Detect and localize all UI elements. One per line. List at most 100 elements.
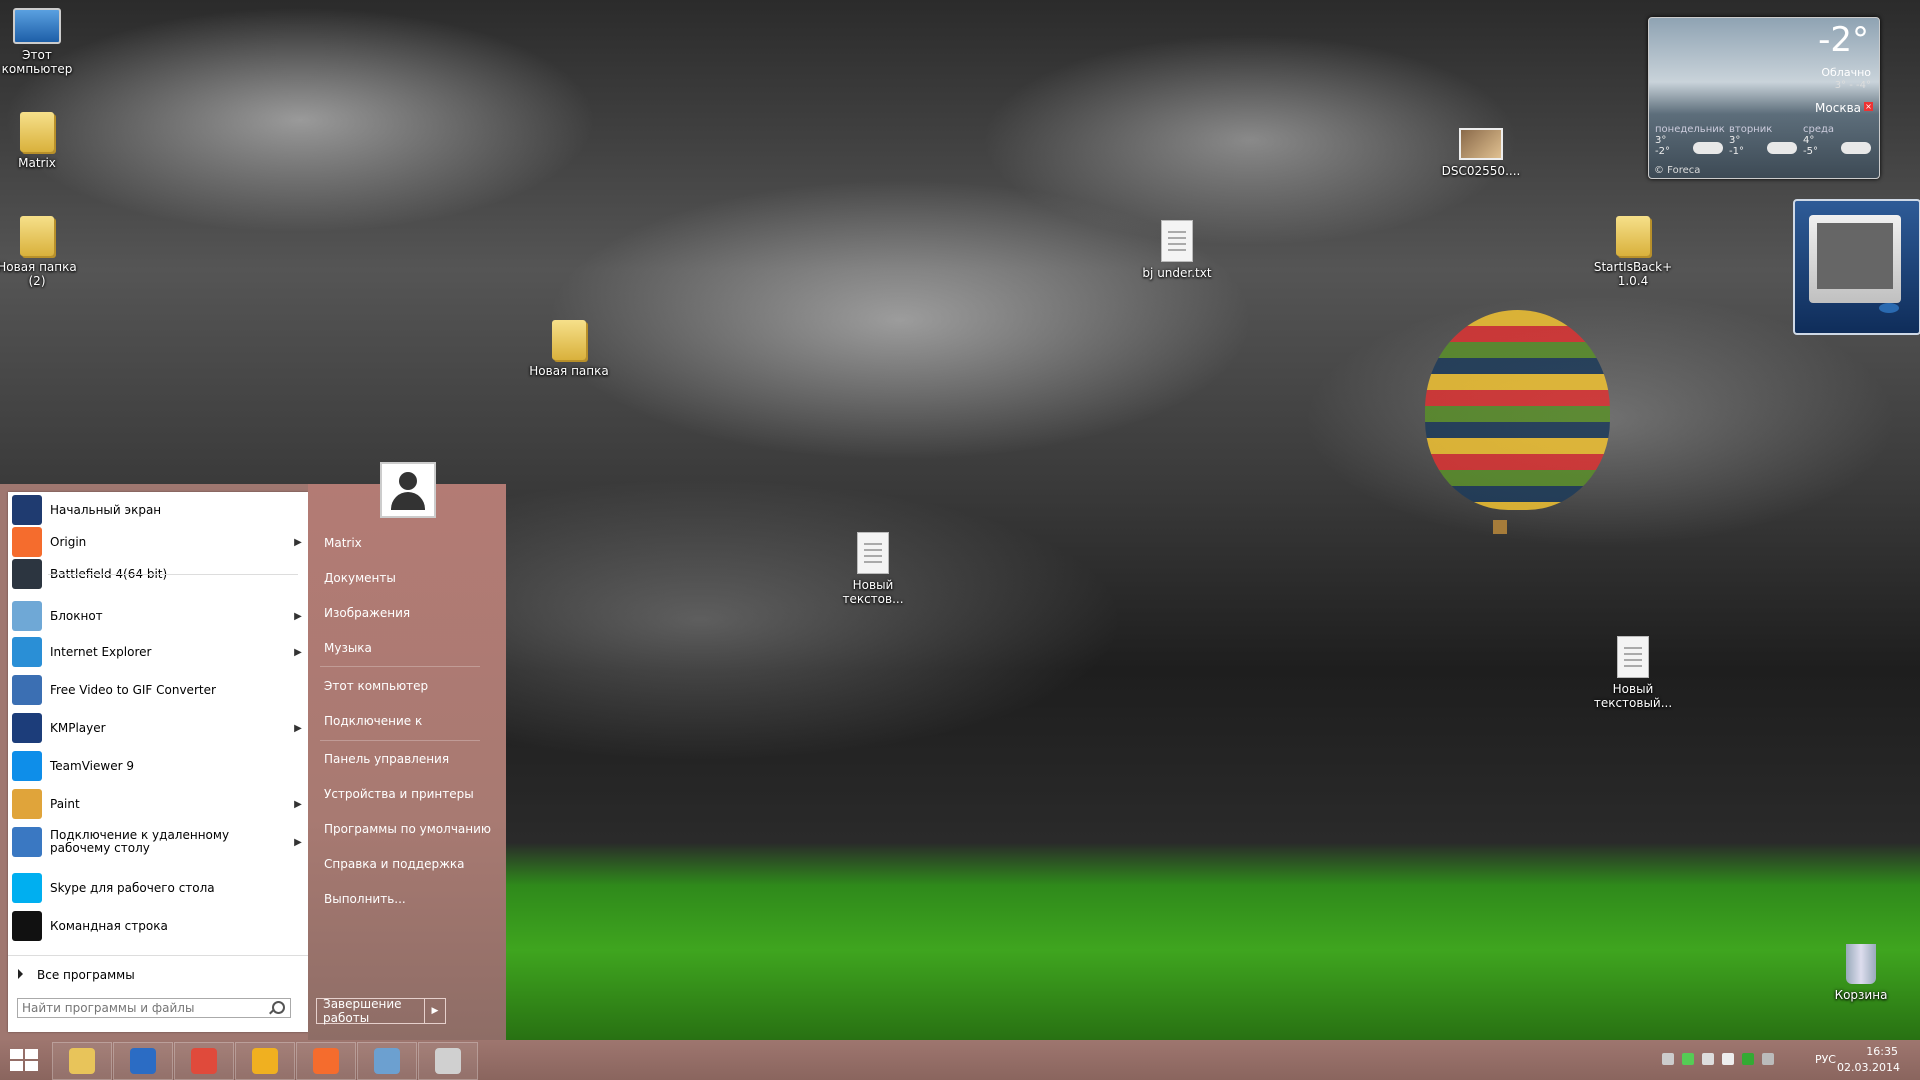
desktop-icon-bj-under-txt[interactable]: bj under.txt (1132, 220, 1222, 280)
place-user-folder[interactable]: Matrix (324, 536, 362, 550)
place-music[interactable]: Музыка (324, 641, 372, 655)
start-button[interactable] (10, 1049, 40, 1073)
search-icon[interactable] (272, 1001, 285, 1014)
monitor-icon (374, 1048, 400, 1074)
system-tray: РУС 16:35 02.03.2014 (1660, 1040, 1920, 1080)
close-icon[interactable]: × (1864, 102, 1873, 111)
explorer-icon (69, 1048, 95, 1074)
network-status-icon[interactable] (1682, 1053, 1694, 1065)
program-item[interactable]: Подключение к удаленному рабочему столу ▶ (8, 824, 308, 860)
program-label: Paint (50, 796, 80, 811)
weather-range: 3° - -4° (1834, 80, 1871, 91)
place-this-pc[interactable]: Этот компьютер (324, 679, 428, 693)
gif-converter-icon (12, 675, 42, 705)
desktop-icon-matrix[interactable]: Matrix (0, 112, 82, 170)
program-item[interactable]: Internet Explorer ▶ (8, 634, 308, 670)
recycle-bin-icon (1846, 944, 1876, 984)
place-default-programs[interactable]: Программы по умолчанию (324, 822, 491, 836)
tray-overflow-icon[interactable] (1662, 1053, 1674, 1065)
user-folder-icon (20, 112, 54, 152)
all-programs-button[interactable]: Все программы (18, 968, 135, 982)
program-label: Подключение к удаленному рабочему столу (50, 828, 230, 855)
weather-gadget[interactable]: -2° Облачно 3° - -4° Москва × понедельни… (1648, 17, 1880, 179)
clock-time[interactable]: 16:35 (1866, 1045, 1898, 1058)
program-item[interactable]: Origin ▶ (8, 524, 308, 560)
cpu-monitor-gadget[interactable] (1793, 199, 1920, 335)
weather-city[interactable]: Москва (1815, 101, 1861, 115)
weather-credit[interactable]: © Foreca (1654, 165, 1700, 176)
place-control-panel[interactable]: Панель управления (324, 752, 449, 766)
aimp-icon (252, 1048, 278, 1074)
place-devices-printers[interactable]: Устройства и принтеры (324, 787, 474, 801)
program-label: Origin (50, 534, 87, 549)
place-pictures[interactable]: Изображения (324, 606, 410, 620)
desktop-icon-this-pc[interactable]: Этот компьютер (0, 8, 82, 76)
folder-icon (1616, 216, 1650, 256)
desktop-icon-new-folder[interactable]: Новая папка (524, 320, 614, 378)
taskbar-app-origin[interactable] (296, 1042, 356, 1080)
wifi-icon[interactable] (1762, 1053, 1774, 1065)
volume-icon[interactable] (1722, 1053, 1734, 1065)
kmplayer-icon (12, 713, 42, 743)
taskbar-app-aimp[interactable] (235, 1042, 295, 1080)
submenu-arrow-icon[interactable]: ▶ (288, 837, 308, 848)
program-label: Командная строка (50, 918, 168, 933)
expand-arrow-icon (18, 969, 23, 979)
program-item[interactable]: Paint ▶ (8, 786, 308, 822)
desktop-icon-startisback[interactable]: StartIsBack+ 1.0.4 (1588, 216, 1678, 288)
paint-icon (12, 789, 42, 819)
shutdown-button[interactable]: Завершение работы ▶ (316, 997, 446, 1025)
forecast-day: вторник 3° -1° (1727, 124, 1801, 170)
program-item[interactable]: Skype для рабочего стола (8, 870, 308, 906)
weather-condition: Облачно (1821, 66, 1871, 79)
taskbar-app-explorer[interactable] (52, 1042, 112, 1080)
desktop-icon-new-folder-2[interactable]: Новая папка (2) (0, 216, 82, 288)
submenu-arrow-icon[interactable]: ▶ (288, 799, 308, 810)
program-label: Internet Explorer (50, 644, 152, 659)
user-avatar[interactable] (380, 462, 436, 518)
taskbar-app-media[interactable] (113, 1042, 173, 1080)
forecast-day: среда 4° -5° (1801, 124, 1875, 170)
program-item[interactable]: Командная строка (8, 908, 308, 944)
submenu-arrow-icon[interactable]: ▶ (288, 647, 308, 658)
weather-temperature: -2° (1818, 20, 1869, 60)
start-menu: Начальный экран Origin ▶ Battlefield 4(64 b… (0, 462, 506, 1040)
program-item[interactable]: KMPlayer ▶ (8, 710, 308, 746)
film-icon (130, 1048, 156, 1074)
balloon-basket (1493, 520, 1507, 534)
taskbar-app-monitor[interactable] (357, 1042, 417, 1080)
ie-icon (12, 637, 42, 667)
text-file-icon (1617, 636, 1649, 678)
program-item[interactable]: Блокнот ▶ (8, 598, 308, 634)
origin-icon (12, 527, 42, 557)
submenu-arrow-icon[interactable]: ▶ (288, 611, 308, 622)
desktop-icon-new-text-1[interactable]: Новый текстов... (828, 532, 918, 606)
chevron-right-icon[interactable]: ▶ (424, 999, 445, 1023)
battlefield-icon (12, 559, 42, 589)
security-icon[interactable] (1742, 1053, 1754, 1065)
gadget-screen (1809, 215, 1901, 303)
desktop-icon-dsc02550[interactable]: DSC02550.... (1436, 128, 1526, 178)
submenu-arrow-icon[interactable]: ▶ (288, 723, 308, 734)
skype-icon (12, 873, 42, 903)
search-input[interactable] (17, 998, 291, 1018)
place-help-support[interactable]: Справка и поддержка (324, 857, 465, 871)
program-item[interactable]: Free Video to GIF Converter (8, 672, 308, 708)
program-item[interactable]: Начальный экран (8, 492, 308, 528)
paint-icon (435, 1048, 461, 1074)
desktop-icon-new-text-2[interactable]: Новый текстовый... (1588, 636, 1678, 710)
desktop-icon-recycle-bin[interactable]: Корзина (1816, 944, 1906, 1002)
program-item[interactable]: TeamViewer 9 (8, 748, 308, 784)
cloud-icon (1693, 142, 1723, 154)
taskbar-app-chrome[interactable] (174, 1042, 234, 1080)
submenu-arrow-icon[interactable]: ▶ (288, 537, 308, 548)
action-center-icon[interactable] (1702, 1053, 1714, 1065)
place-documents[interactable]: Документы (324, 571, 396, 585)
language-indicator[interactable]: РУС (1815, 1053, 1836, 1066)
taskbar-app-paint[interactable] (418, 1042, 478, 1080)
place-connect-to[interactable]: Подключение к (324, 714, 422, 728)
text-file-icon (857, 532, 889, 574)
clock-date[interactable]: 02.03.2014 (1837, 1061, 1900, 1074)
taskbar: РУС 16:35 02.03.2014 (0, 1040, 1920, 1080)
place-run[interactable]: Выполнить... (324, 892, 406, 906)
